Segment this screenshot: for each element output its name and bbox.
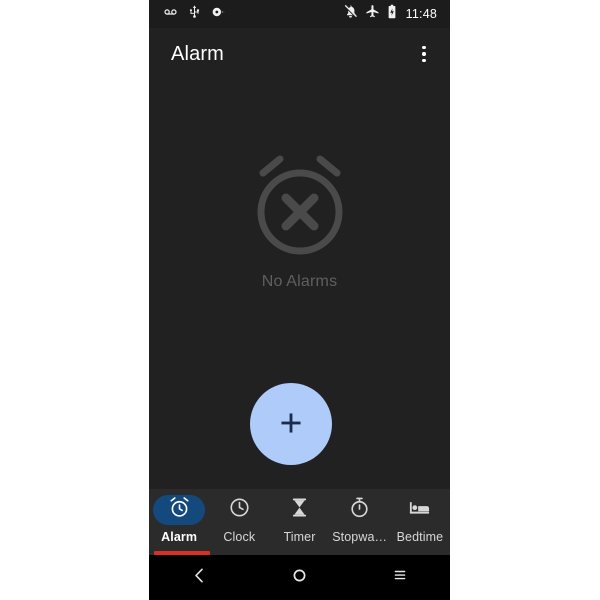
tab-stopwatch-pill <box>334 495 386 525</box>
add-alarm-fab[interactable] <box>250 383 332 465</box>
page-title: Alarm <box>171 42 224 65</box>
back-button[interactable] <box>176 559 222 597</box>
notifications-off-icon <box>343 4 358 24</box>
home-button[interactable] <box>276 559 322 597</box>
tab-timer[interactable]: Timer <box>269 489 329 555</box>
circle-icon <box>291 567 308 589</box>
tab-bedtime-pill <box>394 495 446 525</box>
battery-icon <box>387 4 397 24</box>
usb-icon <box>188 4 201 24</box>
screen-record-icon <box>210 5 226 24</box>
bottom-navigation: Alarm Clock Timer Stopwa… Bedtime <box>149 489 450 555</box>
overflow-menu-button[interactable] <box>412 42 436 66</box>
bed-icon <box>408 496 431 524</box>
status-bar: 11:48 <box>149 0 450 28</box>
airplane-mode-icon <box>365 4 380 24</box>
alarm-clock-icon <box>168 496 191 524</box>
overflow-dot <box>422 52 426 56</box>
chevron-left-icon <box>190 566 209 590</box>
tab-bedtime-label: Bedtime <box>396 530 444 544</box>
overflow-dot <box>422 58 426 63</box>
voicemail-icon <box>162 5 179 24</box>
android-system-navigation <box>149 555 450 600</box>
empty-state-message: No Alarms <box>261 273 338 290</box>
tab-stopwatch[interactable]: Stopwa… <box>330 489 390 555</box>
tab-timer-pill <box>274 495 326 525</box>
tab-bedtime[interactable]: Bedtime <box>390 489 450 555</box>
overflow-dot <box>422 45 426 50</box>
alarm-off-icon <box>246 150 354 267</box>
clock-icon <box>228 496 251 524</box>
tab-stopwatch-label: Stopwa… <box>332 530 388 544</box>
hourglass-icon <box>288 496 311 524</box>
status-bar-clock: 11:48 <box>405 6 437 21</box>
empty-state: No Alarms <box>149 150 450 291</box>
tab-timer-label: Timer <box>283 530 316 544</box>
recents-button[interactable] <box>377 559 423 597</box>
status-bar-right-icons: 11:48 <box>343 4 442 24</box>
tab-alarm-label: Alarm <box>161 530 198 544</box>
status-bar-left-icons <box>157 4 226 24</box>
tab-alarm-pill <box>153 495 206 525</box>
tab-clock-pill <box>213 495 265 525</box>
tab-clock-label: Clock <box>223 530 256 544</box>
stopwatch-icon <box>348 496 371 524</box>
phone-screen: 11:48 Alarm No Alarms Alarm Clock Timer … <box>149 0 450 600</box>
tab-alarm[interactable]: Alarm <box>149 489 210 555</box>
menu-lines-icon <box>391 566 409 589</box>
app-bar: Alarm <box>149 28 450 80</box>
tab-clock[interactable]: Clock <box>209 489 269 555</box>
plus-icon <box>278 410 304 439</box>
